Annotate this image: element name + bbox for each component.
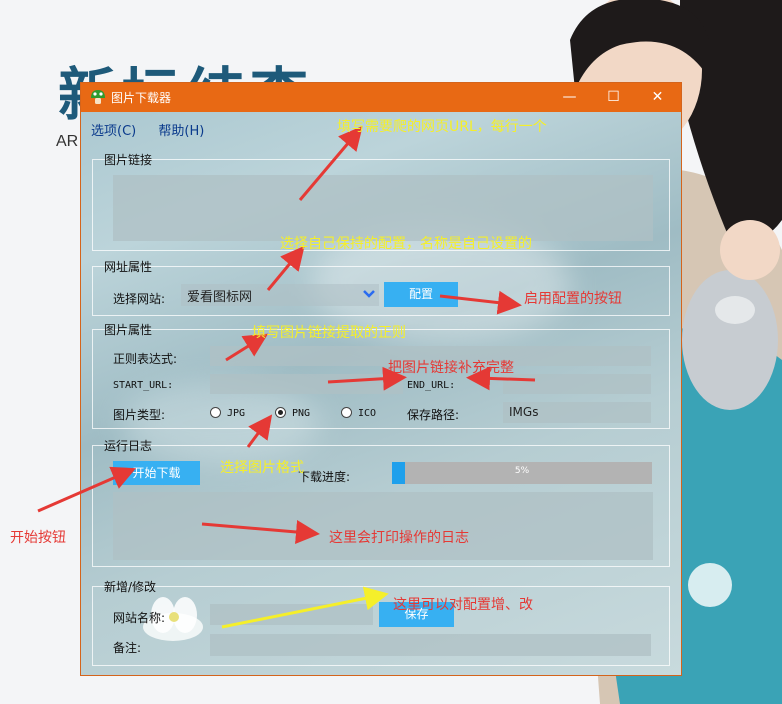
radio-png-label: PNG	[292, 408, 311, 419]
end-url-label: END_URL:	[407, 380, 456, 391]
edit-group: 新增/修改 网站名称: 保存 备注:	[92, 580, 670, 666]
annotation-fill-regex: 填写图片链接提取的正则	[252, 325, 406, 341]
group-label: 运行日志	[104, 439, 153, 453]
site-select-value: 爱看图标网	[187, 290, 253, 305]
group-label: 图片链接	[104, 153, 153, 167]
maximize-button[interactable]: ☐	[591, 83, 636, 112]
title-bar[interactable]: 图片下载器 — ☐ ✕	[81, 83, 681, 112]
site-name-label: 网站名称:	[113, 611, 166, 625]
image-props-group: 图片属性 正则表达式: START_URL: END_URL: 图片类型: JP…	[92, 323, 670, 429]
start-download-button[interactable]: 开始下载	[113, 461, 200, 485]
annotation-fill-url: 填写需要爬的网页URL，每行一个	[337, 119, 547, 135]
url-textarea[interactable]	[113, 175, 653, 241]
start-url-input[interactable]	[210, 374, 403, 394]
progress-bar: 5%	[392, 462, 652, 484]
radio-ico[interactable]	[341, 407, 352, 418]
radio-png[interactable]	[275, 407, 286, 418]
annotation-complete-link: 把图片链接补充完整	[388, 360, 514, 376]
save-path-input[interactable]: IMGs	[503, 402, 651, 423]
menu-options[interactable]: 选项(C)	[91, 124, 136, 139]
save-path-label: 保存路径:	[407, 408, 460, 422]
radio-jpg-label: JPG	[227, 408, 246, 419]
site-name-input[interactable]	[210, 604, 373, 625]
annotation-choose-format: 选择图片格式	[220, 460, 304, 476]
config-button[interactable]: 配置	[384, 282, 458, 307]
background-subtitle: AR	[56, 133, 79, 150]
start-url-label: START_URL:	[113, 380, 174, 391]
app-window: 图片下载器 — ☐ ✕ 选项(C) 帮助(H) 图片链接 网址属性 选择网站: …	[80, 82, 682, 676]
progress-label: 下载进度:	[298, 470, 351, 484]
chevron-down-icon	[363, 290, 375, 298]
annotation-start-button: 开始按钮	[10, 530, 66, 546]
log-textarea[interactable]	[113, 492, 653, 560]
note-input[interactable]	[210, 634, 651, 656]
regex-label: 正则表达式:	[113, 352, 178, 366]
end-url-input[interactable]	[503, 374, 651, 394]
window-title: 图片下载器	[111, 91, 172, 105]
close-button[interactable]: ✕	[635, 83, 680, 112]
menu-help[interactable]: 帮助(H)	[158, 124, 204, 139]
progress-text: 5%	[514, 466, 530, 476]
group-label: 图片属性	[104, 323, 153, 337]
radio-jpg[interactable]	[210, 407, 221, 418]
note-label: 备注:	[113, 641, 142, 655]
annotation-log-hint: 这里会打印操作的日志	[329, 530, 469, 546]
run-log-group: 运行日志 开始下载 下载进度: 5%	[92, 439, 670, 567]
minimize-button[interactable]: —	[547, 83, 592, 112]
annotation-apply-config: 启用配置的按钮	[524, 291, 622, 307]
image-type-label: 图片类型:	[113, 408, 166, 422]
mushroom-icon	[91, 90, 105, 104]
radio-ico-label: ICO	[358, 408, 377, 419]
annotation-edit-hint: 这里可以对配置增、改	[393, 597, 533, 613]
menu-bar: 选项(C) 帮助(H)	[91, 120, 222, 139]
group-label: 网址属性	[104, 260, 153, 274]
select-site-label: 选择网站:	[113, 292, 166, 306]
annotation-choose-config: 选择自己保持的配置，名称是自己设置的	[280, 236, 532, 252]
site-select[interactable]: 爱看图标网	[181, 284, 379, 306]
